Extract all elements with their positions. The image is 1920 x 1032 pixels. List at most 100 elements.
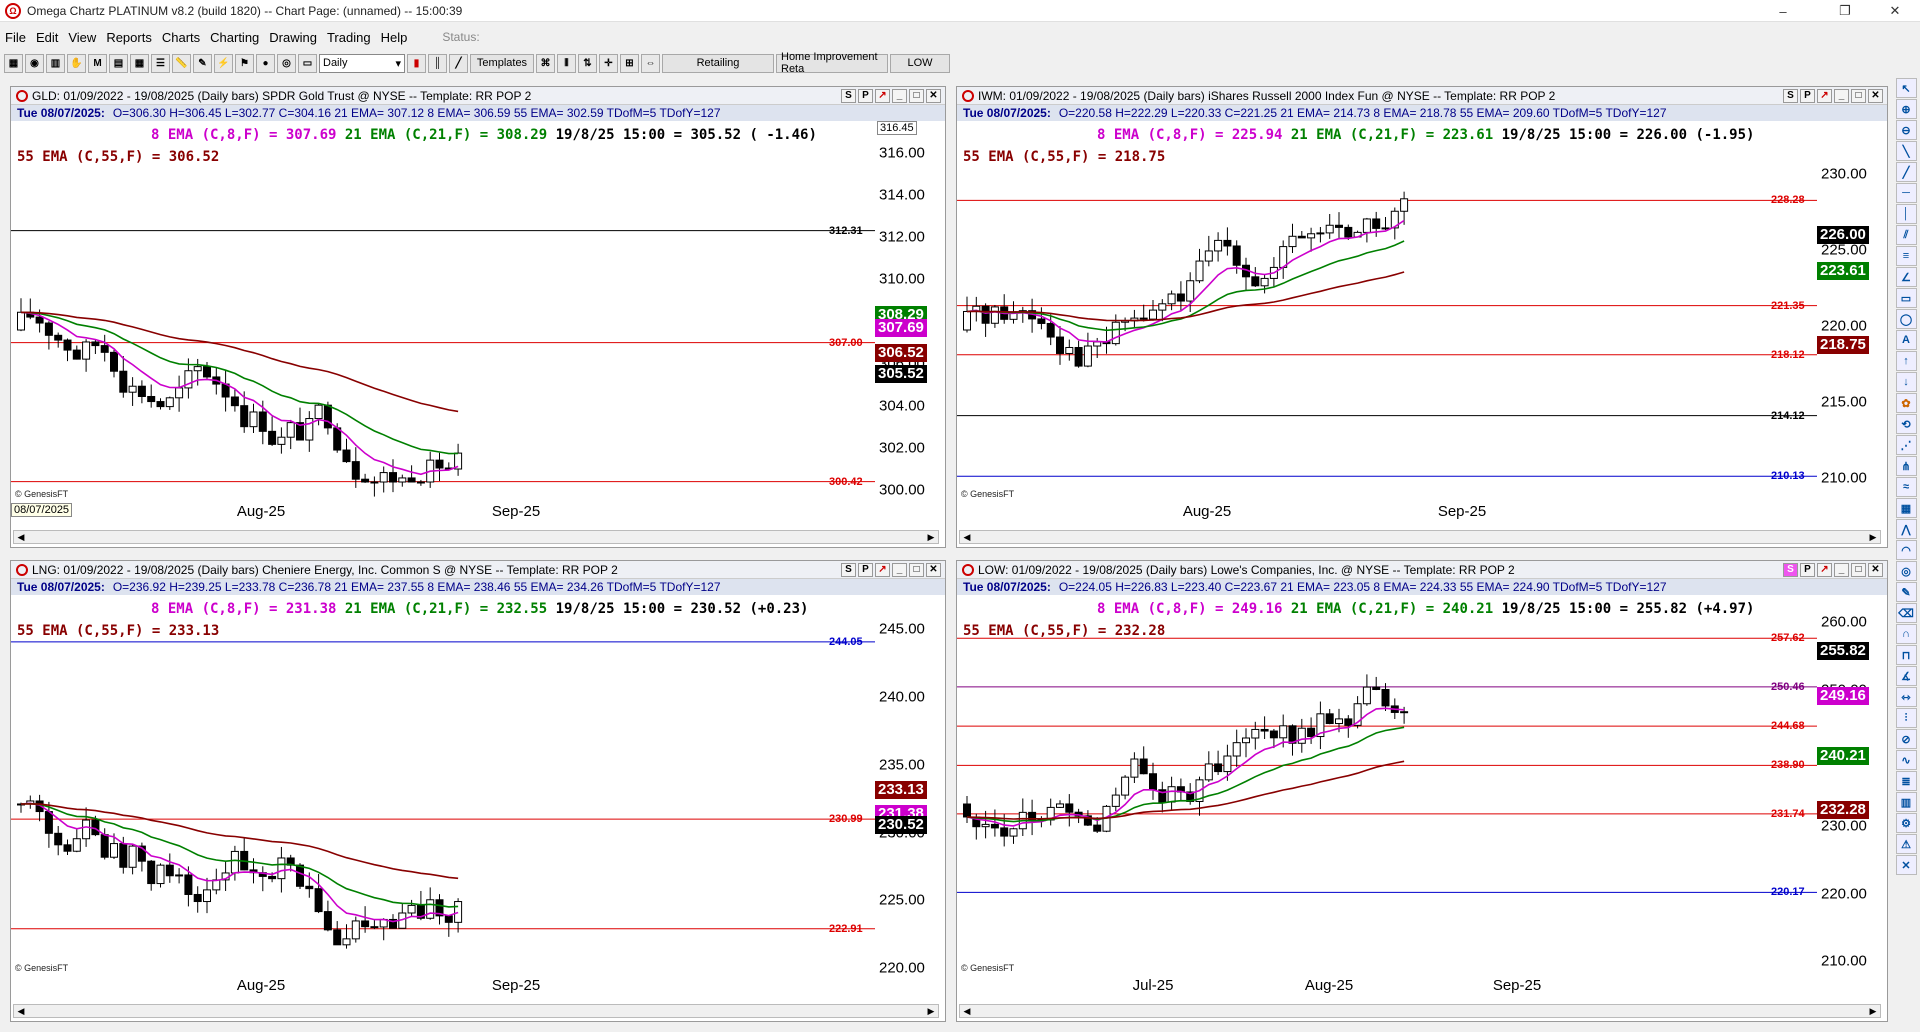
menu-edit[interactable]: Edit [31,30,63,45]
scroll-left-icon[interactable]: ◀ [960,1005,974,1017]
link-icon[interactable]: ↗ [1817,562,1832,577]
p-button[interactable]: P [1800,562,1815,577]
s-button[interactable]: S [1783,88,1798,103]
network-icon[interactable]: ⌘ [536,53,555,73]
arc-icon[interactable]: ◠ [1895,540,1917,560]
price-chart[interactable] [957,121,1817,501]
panel-close-button[interactable]: ✕ [926,562,941,577]
zoom-out-icon[interactable]: ⊖ [1895,120,1917,140]
rectangle-icon[interactable]: ▭ [1895,288,1917,308]
scroll-right-icon[interactable]: ▶ [924,531,938,543]
arrows-icon[interactable]: ⇔ [641,53,660,73]
grid-icon[interactable]: ▦ [1895,498,1917,518]
panel-minimize-button[interactable]: _ [1834,88,1849,103]
magnet-icon[interactable]: ∩ [1895,624,1917,644]
minimize-button[interactable]: – [1760,0,1806,22]
ellipse-icon[interactable]: ◯ [1895,309,1917,329]
industry-home-improvement-button[interactable]: Home Improvement Reta [776,51,888,75]
horizontal-scrollbar[interactable]: ◀ ▶ [13,530,939,544]
panel-close-button[interactable]: ✕ [1868,88,1883,103]
templates-button[interactable]: Templates [470,53,534,73]
close-button[interactable]: ✕ [1872,0,1918,22]
traffic-light-icon[interactable]: ◉ [25,53,44,73]
chart-type-icon[interactable]: ▥ [1895,792,1917,812]
panel-minimize-button[interactable]: _ [892,562,907,577]
s-button[interactable]: S [1783,562,1798,577]
price-chart[interactable] [11,121,875,501]
chart-panel-lng[interactable]: LNG: 01/09/2022 - 19/08/2025 (Daily bars… [10,560,946,1022]
scroll-left-icon[interactable]: ◀ [14,1005,28,1017]
menu-trading[interactable]: Trading [322,30,376,45]
text-icon[interactable]: A [1895,330,1917,350]
price-chart[interactable] [957,595,1817,975]
chart-icon[interactable]: ▤ [109,53,128,73]
menu-view[interactable]: View [63,30,101,45]
pitchfork-icon[interactable]: ⋔ [1895,456,1917,476]
symbol-low-button[interactable]: LOW [890,53,950,73]
gann-icon[interactable]: ∠ [1895,267,1917,287]
delete-icon[interactable]: ✕ [1895,855,1917,875]
panel-maximize-button[interactable]: □ [909,88,924,103]
scale-icon[interactable]: ⇅ [578,53,597,73]
spiral-icon[interactable]: ◎ [1895,561,1917,581]
fibonacci-icon[interactable]: ≡ [1895,246,1917,266]
chart-panel-iwm[interactable]: IWM: 01/09/2022 - 19/08/2025 (Daily bars… [956,86,1888,548]
speed-lines-icon[interactable]: ⋰ [1895,435,1917,455]
table-icon[interactable]: ▦ [130,53,149,73]
panel-maximize-button[interactable]: □ [1851,88,1866,103]
trendline-icon[interactable]: ╲ [1895,141,1917,161]
menu-reports[interactable]: Reports [101,30,157,45]
signal-icon[interactable]: ⚑ [235,53,254,73]
restore-button[interactable]: ❐ [1822,0,1868,22]
line-chart-icon[interactable]: ╱ [449,53,468,73]
pointer-icon[interactable]: ↖ [1895,78,1917,98]
hand-icon[interactable]: ✋ [67,53,86,73]
chart-panel-gld[interactable]: GLD: 01/09/2022 - 19/08/2025 (Daily bars… [10,86,946,548]
panel-minimize-button[interactable]: _ [1834,562,1849,577]
p-button[interactable]: P [858,88,873,103]
menu-drawing[interactable]: Drawing [264,30,322,45]
split-icon[interactable]: ⊞ [620,53,639,73]
brush-icon[interactable]: ✎ [1895,582,1917,602]
link-icon[interactable]: ↗ [1817,88,1832,103]
menu-file[interactable]: File [0,30,31,45]
alert-icon[interactable]: ⚠ [1895,834,1917,854]
zoom-in-icon[interactable]: ⊕ [1895,99,1917,119]
list-icon[interactable]: ☰ [151,53,170,73]
pencil-icon[interactable]: ✎ [193,53,212,73]
link-icon[interactable]: ↗ [875,88,890,103]
bar-chart-icon[interactable]: ▥ [46,53,65,73]
menu-charting[interactable]: Charting [205,30,264,45]
scroll-right-icon[interactable]: ▶ [1866,1005,1880,1017]
grid-icon[interactable]: ▦ [4,53,23,73]
settings-icon[interactable]: ⚙ [1895,813,1917,833]
scroll-right-icon[interactable]: ▶ [1866,531,1880,543]
scroll-left-icon[interactable]: ◀ [14,531,28,543]
horizontal-line-icon[interactable]: ─ [1895,183,1917,203]
disk-icon[interactable]: ◎ [277,53,296,73]
bars-icon[interactable]: ⫴ [557,53,576,73]
p-button[interactable]: P [858,562,873,577]
chart-panel-low[interactable]: LOW: 01/09/2022 - 19/08/2025 (Daily bars… [956,560,1888,1022]
price-axis[interactable]: 260.00250.00240.00230.00220.00210.00255.… [1817,595,1887,975]
hide-icon[interactable]: ⊘ [1895,729,1917,749]
measure-icon[interactable]: ⇿ [1895,687,1917,707]
menu-charts[interactable]: Charts [157,30,205,45]
vertical-line-icon[interactable]: │ [1895,204,1917,224]
arrow-down-icon[interactable]: ↓ [1895,372,1917,392]
panel-maximize-button[interactable]: □ [909,562,924,577]
panel-close-button[interactable]: ✕ [926,88,941,103]
horizontal-scrollbar[interactable]: ◀ ▶ [959,530,1881,544]
panel-close-button[interactable]: ✕ [1868,562,1883,577]
scroll-left-icon[interactable]: ◀ [960,531,974,543]
menu-help[interactable]: Help [376,30,413,45]
s-button[interactable]: S [841,88,856,103]
sector-retailing-button[interactable]: Retailing [662,53,774,73]
p-button[interactable]: P [1800,88,1815,103]
ruler-icon[interactable]: 📏 [172,53,191,73]
fan-icon[interactable]: ⋀ [1895,519,1917,539]
panel-minimize-button[interactable]: _ [892,88,907,103]
horizontal-scrollbar[interactable]: ◀ ▶ [959,1004,1881,1018]
palette-icon[interactable]: ✿ [1895,393,1917,413]
angle-icon[interactable]: ∡ [1895,666,1917,686]
